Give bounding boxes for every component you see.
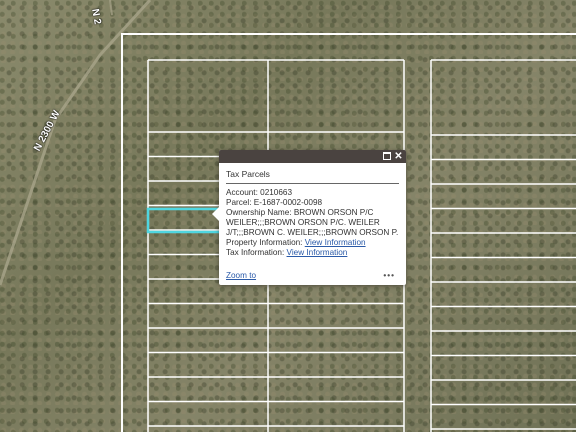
ownership-label: Ownership Name: (226, 208, 292, 217)
ownership-row: Ownership Name: BROWN ORSON P/C WEILER;;… (226, 208, 399, 238)
maximize-icon[interactable] (381, 151, 392, 162)
road-diagonal (0, 0, 152, 286)
more-options-icon[interactable]: ••• (383, 270, 395, 282)
account-row: Account: 0210663 (226, 188, 399, 198)
tax-parcel-popup: ✕ Tax Parcels Account: 0210663 Parcel: E… (212, 150, 406, 285)
popup-titlebar: ✕ (219, 150, 406, 163)
popup-pointer (212, 207, 219, 221)
property-label: Property Information: (226, 238, 303, 247)
close-icon[interactable]: ✕ (393, 151, 404, 162)
parcel-label: Parcel: (226, 198, 252, 207)
popup-footer: Zoom to ••• (226, 270, 399, 282)
property-row: Property Information: View Information (226, 238, 399, 248)
tax-label: Tax Information: (226, 248, 285, 257)
parcel-value: E-1687-0002-0098 (253, 198, 323, 207)
tax-row: Tax Information: View Information (226, 248, 399, 258)
account-label: Account: (226, 188, 258, 197)
property-info-link[interactable]: View Information (305, 238, 366, 247)
popup-title: Tax Parcels (226, 169, 399, 184)
highlighted-parcel (146, 207, 224, 234)
parcel-row: Parcel: E-1687-0002-0098 (226, 198, 399, 208)
popup-body: Tax Parcels Account: 0210663 Parcel: E-1… (219, 163, 406, 258)
zoom-to-link[interactable]: Zoom to (226, 270, 256, 282)
road-top (109, 0, 113, 16)
account-value: 0210663 (260, 188, 293, 197)
tax-info-link[interactable]: View Information (287, 248, 348, 257)
